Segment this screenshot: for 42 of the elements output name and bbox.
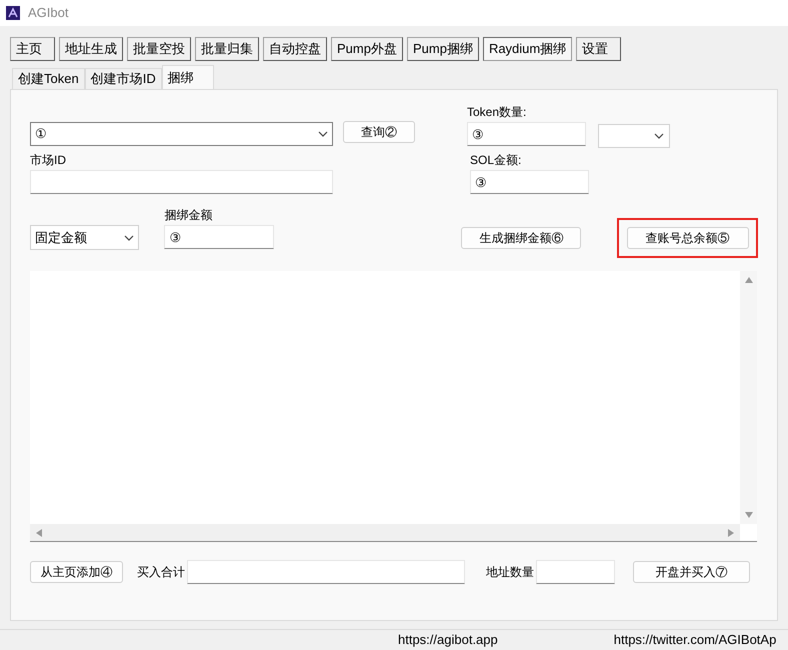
main-tab[interactable]: Raydium捆绑: [482, 37, 572, 61]
sub-tab[interactable]: 捆绑: [162, 65, 214, 89]
main-tab[interactable]: 自动控盘: [263, 37, 327, 61]
scroll-right-icon: [728, 528, 734, 536]
market-id-field[interactable]: [30, 170, 333, 194]
main-tab[interactable]: Pump外盘: [331, 37, 403, 61]
add-from-home-button[interactable]: 从主页添加④: [30, 561, 123, 583]
sub-tab[interactable]: 创建Token: [12, 68, 85, 89]
field-label: 买入合计: [137, 564, 185, 581]
sub-tab[interactable]: 创建市场ID: [84, 68, 162, 89]
field-label: Token数量:: [467, 104, 528, 119]
token-select[interactable]: ①: [30, 122, 333, 146]
status-text: https://agibot.app: [398, 631, 498, 650]
token-amount-field[interactable]: ③: [467, 122, 586, 146]
field-label: 地址数量: [486, 564, 534, 581]
status-text: https://twitter.com/AGIBotAp: [614, 631, 776, 650]
scroll-down-icon: [744, 512, 752, 518]
main-tab[interactable]: Pump捆绑: [406, 37, 479, 61]
chevron-down-icon: [654, 133, 664, 139]
mode-select[interactable]: 固定金额: [30, 225, 140, 250]
chevron-down-icon: [318, 131, 328, 137]
window-title: AGIbot: [28, 4, 68, 22]
query-button[interactable]: 查询②: [343, 121, 415, 143]
app-logo-icon: [6, 6, 20, 20]
address-count-field[interactable]: [536, 560, 615, 584]
main-tab[interactable]: 批量归集: [195, 37, 259, 61]
scroll-up-icon: [744, 277, 752, 283]
launch-buy-button[interactable]: 开盘并买入⑦: [633, 561, 750, 583]
main-tab[interactable]: 地址生成: [59, 37, 123, 61]
field-label: SOL金额:: [470, 152, 522, 167]
scroll-left-icon: [36, 528, 42, 536]
field-label: 捆绑金额: [164, 207, 214, 222]
main-tab[interactable]: 设置: [576, 37, 622, 61]
balance-button[interactable]: 查账号总余额⑤: [626, 227, 749, 249]
field-label: 市场ID: [30, 152, 67, 167]
main-tab[interactable]: 批量空投: [127, 37, 191, 61]
chevron-down-icon: [124, 234, 134, 240]
buy-total-field[interactable]: [187, 560, 465, 584]
main-tab[interactable]: 主页: [10, 37, 55, 61]
sol-amount-field[interactable]: ③: [470, 170, 589, 194]
generate-amount-button[interactable]: 生成捆绑金额⑥: [461, 227, 582, 249]
bundle-amount-field[interactable]: ③: [164, 225, 274, 249]
